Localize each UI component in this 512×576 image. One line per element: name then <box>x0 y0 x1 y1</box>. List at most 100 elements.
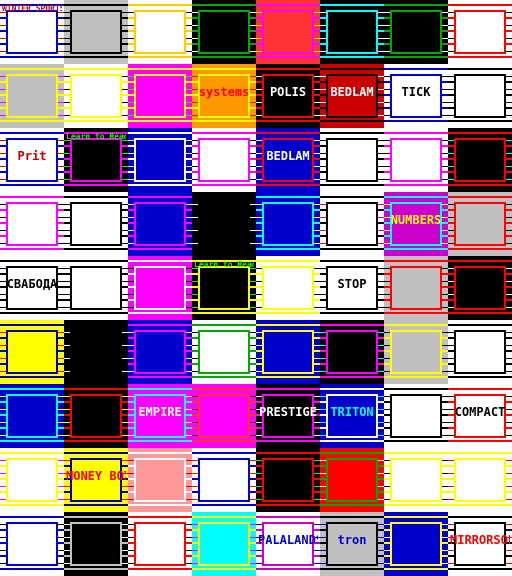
screenshot-grid: WINTER SPORTS systems POLIS BEDLAM TICK Prit L… <box>0 0 512 576</box>
title-screen-tile <box>448 64 512 128</box>
title-screen-panel <box>454 266 506 310</box>
title-screen-tile <box>448 192 512 256</box>
title-screen-panel <box>134 458 186 502</box>
title-screen-tile: Learn to Read <box>64 128 128 192</box>
title-screen-text: TICK <box>401 86 431 99</box>
title-screen-text: TRITON <box>330 406 374 419</box>
title-screen-panel <box>6 458 58 502</box>
title-screen-text: systems <box>198 86 250 99</box>
title-screen-panel <box>326 202 378 246</box>
title-screen-panel <box>6 202 58 246</box>
title-screen-tile <box>128 192 192 256</box>
title-screen-panel <box>198 522 250 566</box>
title-screen-panel <box>390 330 442 374</box>
title-screen-text: COMPACT <box>454 406 506 419</box>
title-screen-panel <box>70 138 122 182</box>
title-screen-tile: MONEY BOX <box>64 448 128 512</box>
title-screen-tile <box>192 448 256 512</box>
title-screen-panel <box>262 458 314 502</box>
title-screen-panel <box>198 202 250 246</box>
title-screen-tile: TICK <box>384 64 448 128</box>
title-screen-tile <box>384 0 448 64</box>
title-screen-text: BEDLAM <box>330 86 374 99</box>
title-screen-tile <box>128 512 192 576</box>
title-screen-tile <box>384 384 448 448</box>
title-screen-panel <box>70 202 122 246</box>
title-screen-panel <box>6 394 58 438</box>
title-screen-tile <box>384 448 448 512</box>
title-screen-text: POLIS <box>269 86 307 99</box>
title-screen-panel <box>262 330 314 374</box>
title-screen-text: EMPIRE <box>138 406 182 419</box>
title-screen-panel <box>198 330 250 374</box>
title-screen-tile: POLIS <box>256 64 320 128</box>
title-screen-panel <box>198 394 250 438</box>
title-screen-tile: СВАБОДА <box>0 256 64 320</box>
title-screen-panel <box>454 202 506 246</box>
title-screen-panel <box>134 266 186 310</box>
title-screen-tile <box>384 128 448 192</box>
title-screen-text: tron <box>337 534 367 547</box>
title-screen-tile <box>448 320 512 384</box>
title-screen-text: MIRRORSOFT <box>450 534 510 547</box>
title-screen-panel <box>134 202 186 246</box>
title-screen-text: STOP <box>337 278 367 291</box>
title-screen-tile <box>128 0 192 64</box>
title-screen-tile <box>320 0 384 64</box>
title-screen-tile <box>256 0 320 64</box>
title-screen-tile: EMPIRE <box>128 384 192 448</box>
title-screen-panel <box>326 330 378 374</box>
title-screen-tile <box>192 192 256 256</box>
title-screen-panel <box>70 74 122 118</box>
title-screen-tile: PALALANDS <box>256 512 320 576</box>
title-screen-tile <box>384 256 448 320</box>
title-screen-panel <box>134 74 186 118</box>
title-screen-panel <box>262 266 314 310</box>
title-screen-tile <box>320 448 384 512</box>
title-screen-tile: systems <box>192 64 256 128</box>
title-screen-tile <box>192 512 256 576</box>
title-screen-tile: COMPACT <box>448 384 512 448</box>
title-screen-panel <box>198 458 250 502</box>
title-screen-tile: STOP <box>320 256 384 320</box>
title-screen-tile: BEDLAM <box>256 128 320 192</box>
title-screen-tile <box>0 384 64 448</box>
title-screen-tile <box>256 192 320 256</box>
title-screen-panel <box>454 330 506 374</box>
title-screen-panel <box>454 458 506 502</box>
title-screen-text: NUMBERS <box>390 214 442 227</box>
title-screen-tile <box>448 0 512 64</box>
title-screen-panel <box>6 522 58 566</box>
title-screen-text: Learn to Read <box>66 132 126 141</box>
title-screen-tile <box>128 448 192 512</box>
title-screen-panel <box>390 458 442 502</box>
title-screen-tile <box>64 192 128 256</box>
title-screen-panel <box>198 266 250 310</box>
title-screen-panel <box>134 10 186 54</box>
title-screen-tile <box>448 448 512 512</box>
title-screen-panel <box>198 10 250 54</box>
title-screen-tile <box>320 320 384 384</box>
title-screen-tile: TRITON <box>320 384 384 448</box>
title-screen-tile <box>64 512 128 576</box>
title-screen-tile <box>448 128 512 192</box>
title-screen-panel <box>70 330 122 374</box>
title-screen-tile <box>128 256 192 320</box>
title-screen-tile <box>0 448 64 512</box>
title-screen-panel <box>70 266 122 310</box>
title-screen-tile: Learn to Read <box>192 256 256 320</box>
title-screen-panel <box>326 10 378 54</box>
title-screen-tile: PRESTIGE <box>256 384 320 448</box>
title-screen-tile <box>64 0 128 64</box>
title-screen-tile: BEDLAM <box>320 64 384 128</box>
title-screen-panel <box>454 74 506 118</box>
title-screen-tile <box>192 128 256 192</box>
title-screen-text: СВАБОДА <box>6 278 58 291</box>
title-screen-tile <box>128 128 192 192</box>
title-screen-tile <box>0 64 64 128</box>
title-screen-panel <box>326 138 378 182</box>
title-screen-panel <box>390 10 442 54</box>
title-screen-tile <box>384 512 448 576</box>
title-screen-tile <box>384 320 448 384</box>
title-screen-tile: NUMBERS <box>384 192 448 256</box>
